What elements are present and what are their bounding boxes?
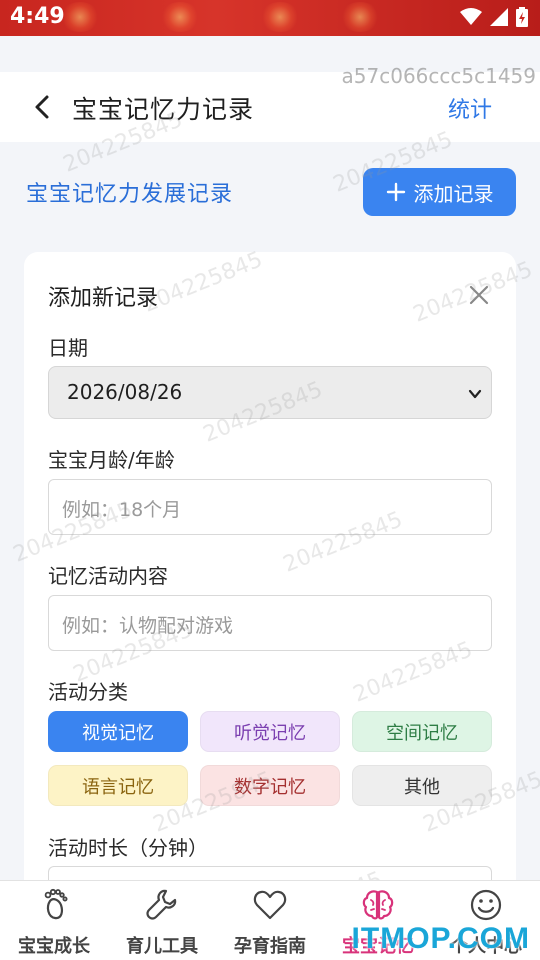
app-header: 宝宝记忆力记录 统计 <box>0 72 540 142</box>
nav-label: 宝宝成长 <box>18 936 90 957</box>
back-arrow-icon[interactable] <box>30 94 56 120</box>
firework-decoration <box>60 2 100 32</box>
category-chip-auditory[interactable]: 听觉记忆 <box>200 711 340 752</box>
category-chip-label: 数字记忆 <box>234 776 306 798</box>
duration-label: 活动时长（分钟） <box>48 836 208 860</box>
chevron-down-icon <box>468 389 482 399</box>
add-record-button[interactable]: 添加记录 <box>363 168 516 216</box>
activity-placeholder: 例如：认物配对游戏 <box>62 615 234 637</box>
wrench-icon <box>146 889 177 920</box>
smiley-icon <box>470 889 502 921</box>
brain-icon <box>362 890 394 920</box>
category-chip-other[interactable]: 其他 <box>352 765 492 806</box>
date-label: 日期 <box>48 336 88 360</box>
category-chip-label: 空间记忆 <box>386 722 458 744</box>
category-chip-spatial[interactable]: 空间记忆 <box>352 711 492 752</box>
section-title: 宝宝记忆力发展记录 <box>26 182 234 207</box>
page-title: 宝宝记忆力记录 <box>72 95 255 124</box>
status-time: 4:49 <box>10 4 65 29</box>
firework-decoration <box>160 2 200 32</box>
category-chip-language[interactable]: 语言记忆 <box>48 765 188 806</box>
status-icons <box>460 7 528 27</box>
firework-decoration <box>340 2 380 32</box>
plus-icon <box>386 182 405 202</box>
close-icon[interactable] <box>468 284 490 306</box>
category-chip-number[interactable]: 数字记忆 <box>200 765 340 806</box>
date-select[interactable]: 2026/08/26 <box>48 366 492 419</box>
nav-label: 育儿工具 <box>126 936 198 957</box>
nav-label: 孕育指南 <box>234 936 306 957</box>
date-value: 2026/08/26 <box>67 380 183 404</box>
status-bar: 4:49 <box>0 0 540 36</box>
category-chip-label: 视觉记忆 <box>82 722 154 744</box>
activity-input[interactable]: 例如：认物配对游戏 <box>48 595 492 651</box>
form-title: 添加新记录 <box>48 286 159 311</box>
signal-icon <box>490 8 508 26</box>
category-chip-label: 听觉记忆 <box>234 722 306 744</box>
nav-item-pregnancy-guide[interactable]: 孕育指南 <box>216 881 324 960</box>
age-label: 宝宝月龄/年龄 <box>48 448 175 472</box>
stats-link[interactable]: 统计 <box>448 92 492 124</box>
category-label: 活动分类 <box>48 680 128 704</box>
wifi-icon <box>460 8 482 25</box>
activity-label: 记忆活动内容 <box>48 564 168 588</box>
firework-decoration <box>260 2 300 32</box>
site-watermark: ITMOP.COM <box>351 922 530 955</box>
add-record-form-card: 添加新记录 日期 2026/08/26 宝宝月龄/年龄 例如：18个月 记忆活动… <box>24 252 516 932</box>
add-record-label: 添加记录 <box>413 181 494 206</box>
category-chip-label: 语言记忆 <box>82 776 154 798</box>
nav-item-parenting-tools[interactable]: 育儿工具 <box>108 881 216 960</box>
age-placeholder: 例如：18个月 <box>62 499 182 521</box>
battery-icon <box>516 7 528 27</box>
age-input[interactable]: 例如：18个月 <box>48 479 492 535</box>
category-chip-label: 其他 <box>404 776 440 798</box>
baby-foot-icon <box>44 888 68 920</box>
category-chip-visual[interactable]: 视觉记忆 <box>48 711 188 752</box>
nav-item-baby-growth[interactable]: 宝宝成长 <box>0 881 108 960</box>
heart-icon <box>253 890 287 920</box>
